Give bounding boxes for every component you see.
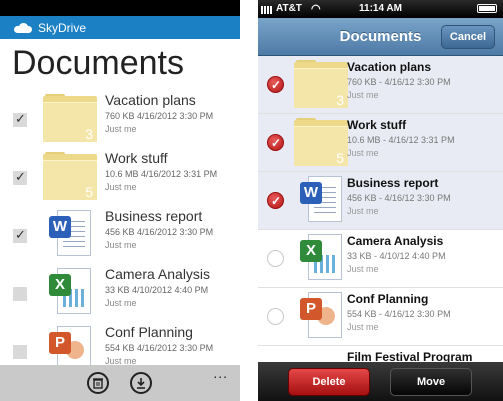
folder-count: 3 [336,92,344,108]
selection-radio[interactable] [267,192,284,209]
windows-phone-screen: SkyDrive Documents ✓ 3 Vacation plans 76… [0,0,240,401]
item-meta: 10.6 MB 4/16/2012 3:31 PM [105,169,218,179]
item-meta: 760 KB - 4/16/12 3:30 PM [347,77,451,87]
more-options-icon[interactable]: ... [213,365,228,381]
item-meta: 456 KB 4/16/2012 3:30 PM [105,227,214,237]
item-owner: Just me [105,298,137,308]
wp-checkbox[interactable]: ✓ [13,227,27,243]
word-document-icon: W [294,176,348,224]
selection-radio[interactable] [267,308,284,325]
move-button[interactable]: Move [390,368,472,396]
wp-list-item-work-stuff[interactable]: ✓ 5 Work stuff 10.6 MB 4/16/2012 3:31 PM… [0,150,240,208]
wp-list-item-vacation-plans[interactable]: ✓ 3 Vacation plans 760 KB 4/16/2012 3:30… [0,92,240,150]
item-owner: Just me [347,148,379,158]
item-owner: Just me [347,90,379,100]
item-name: Work stuff [105,150,168,166]
iphone-screen: AT&T ◠ 11:14 AM Documents Cancel 3 Vacat… [258,0,503,401]
item-name: Camera Analysis [105,266,211,282]
ios-list-item-work-stuff[interactable]: 5 Work stuff 10.6 MB - 4/16/12 3:31 PM J… [258,114,503,172]
ios-toolbar: Delete Move [258,362,503,401]
checkmark-icon: ✓ [15,169,26,184]
item-name: Vacation plans [347,60,432,74]
delete-button[interactable]: Delete [288,368,370,396]
item-name: Business report [347,176,439,190]
wp-status-bar [0,0,240,16]
powerpoint-document-icon: P [294,292,348,340]
wp-checkbox[interactable] [13,345,27,359]
item-meta: 33 KB 4/10/2012 4:40 PM [105,285,209,295]
ios-navigation-bar: Documents Cancel [258,18,503,56]
ios-list-item-business-report[interactable]: W Business report 456 KB - 4/16/12 3:30 … [258,172,503,230]
selection-radio[interactable] [267,76,284,93]
item-meta: 554 KB 4/16/2012 3:30 PM [105,343,214,353]
trash-icon[interactable] [87,372,109,394]
item-owner: Just me [105,182,137,192]
skydrive-cloud-icon [14,22,32,33]
selection-radio[interactable] [267,250,284,267]
comparison-screenshot: SkyDrive Documents ✓ 3 Vacation plans 76… [0,0,503,401]
item-owner: Just me [105,240,137,250]
item-name: Vacation plans [105,92,196,108]
item-owner: Just me [347,264,379,274]
ios-status-bar: AT&T ◠ 11:14 AM [258,0,503,18]
folder-count: 5 [336,150,344,166]
item-meta: 33 KB - 4/10/12 4:40 PM [347,251,446,261]
wp-app-name: SkyDrive [38,20,87,35]
word-document-icon: W [43,210,97,258]
selection-radio[interactable] [267,134,284,151]
item-meta: 554 KB - 4/16/12 3:30 PM [347,309,451,319]
item-owner: Just me [105,124,137,134]
item-meta: 10.6 MB - 4/16/12 3:31 PM [347,135,455,145]
cancel-button[interactable]: Cancel [440,25,495,49]
item-name: Business report [105,208,203,224]
download-icon[interactable] [130,372,152,394]
item-name: Conf Planning [347,292,429,306]
battery-icon [477,4,497,13]
folder-count: 5 [85,184,93,200]
ios-list-item-camera-analysis[interactable]: X Camera Analysis 33 KB - 4/10/12 4:40 P… [258,230,503,288]
ios-list-item-conf-planning[interactable]: P Conf Planning 554 KB - 4/16/12 3:30 PM… [258,288,503,346]
folder-icon: 5 [294,118,348,166]
folder-icon: 3 [294,60,348,108]
wp-list-item-camera-analysis[interactable]: X Camera Analysis 33 KB 4/10/2012 4:40 P… [0,266,240,324]
checkmark-icon: ✓ [15,227,26,242]
wp-page-title: Documents [12,44,184,82]
item-name: Conf Planning [105,324,193,340]
wp-list-item-business-report[interactable]: ✓ W Business report 456 KB 4/16/2012 3:3… [0,208,240,266]
wp-app-header: SkyDrive [0,16,240,39]
excel-document-icon: X [43,268,97,316]
ios-list-item-vacation-plans[interactable]: 3 Vacation plans 760 KB - 4/16/12 3:30 P… [258,56,503,114]
item-owner: Just me [347,206,379,216]
wp-application-bar: ... [0,365,240,401]
item-meta: 456 KB - 4/16/12 3:30 PM [347,193,451,203]
checkmark-icon: ✓ [15,111,26,126]
wp-checkbox[interactable] [13,287,27,301]
wp-checkbox[interactable]: ✓ [13,111,27,127]
clock: 11:14 AM [359,3,402,14]
item-meta: 760 KB 4/16/2012 3:30 PM [105,111,214,121]
excel-document-icon: X [294,234,348,282]
folder-icon: 3 [43,94,97,142]
folder-count: 3 [85,126,93,142]
folder-icon: 5 [43,152,97,200]
item-owner: Just me [347,322,379,332]
item-name: Camera Analysis [347,234,444,248]
item-name: Work stuff [347,118,407,132]
wp-checkbox[interactable]: ✓ [13,169,27,185]
